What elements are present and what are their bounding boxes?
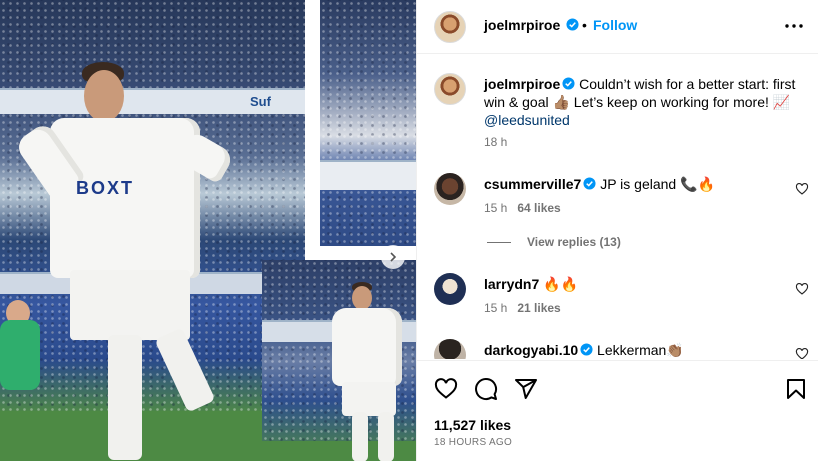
comment-username[interactable]: darkogyabi.10 — [484, 342, 578, 358]
heart-icon[interactable] — [795, 182, 809, 196]
comment-username[interactable]: csummerville7 — [484, 176, 581, 192]
view-replies-button[interactable]: View replies (13) — [487, 235, 621, 249]
comment: larrydn7 🔥🔥 — [484, 275, 578, 293]
caption: joelmrpiroe Couldn’t wish for a better s… — [484, 75, 802, 129]
chevron-right-icon — [390, 252, 397, 262]
follow-button[interactable]: Follow — [593, 17, 637, 33]
post-media[interactable]: Suf BOXT — [0, 0, 416, 461]
verified-badge-icon — [583, 177, 596, 190]
comment-avatar[interactable] — [434, 173, 466, 205]
next-photo-button[interactable] — [381, 245, 405, 269]
player-figure: BOXT — [13, 60, 240, 460]
more-options-icon[interactable] — [781, 16, 807, 36]
author-avatar[interactable] — [434, 11, 466, 43]
comment-icon[interactable] — [474, 377, 498, 401]
verified-badge-icon — [562, 77, 575, 90]
comment-likes[interactable]: 64 likes — [517, 201, 560, 215]
heart-icon[interactable] — [434, 377, 458, 401]
comment-text: Lekkerman👏🏽 — [597, 342, 684, 358]
comment-meta: 15 h 21 likes — [484, 301, 561, 315]
caption-time: 18 h — [484, 135, 508, 149]
comment: darkogyabi.10 Lekkerman👏🏽 — [484, 341, 684, 359]
bookmark-icon[interactable] — [784, 377, 808, 401]
post-timestamp[interactable]: 18 HOURS AGO — [434, 437, 512, 448]
photo-player-dribbling — [262, 260, 416, 461]
mention-link[interactable]: @leedsunited — [484, 112, 570, 128]
comment-text: JP is geland 📞🔥 — [600, 176, 715, 192]
likes-count[interactable]: 11,527 likes — [434, 417, 511, 433]
comments-section[interactable]: joelmrpiroe Couldn’t wish for a better s… — [417, 55, 818, 359]
comment-avatar[interactable] — [434, 339, 466, 359]
photo-stadium-stand — [320, 0, 416, 246]
comment-avatar[interactable] — [434, 273, 466, 305]
caption-username[interactable]: joelmrpiroe — [484, 76, 560, 92]
comment-meta: 15 h 64 likes — [484, 201, 561, 215]
author-username[interactable]: joelmrpiroe — [484, 17, 579, 33]
heart-icon[interactable] — [795, 282, 809, 296]
comment-text: 🔥🔥 — [543, 276, 579, 292]
verified-badge-icon — [566, 18, 579, 31]
comment-username[interactable]: larrydn7 — [484, 276, 539, 292]
verified-badge-icon — [580, 343, 593, 356]
comment-likes[interactable]: 21 likes — [517, 301, 560, 315]
post-sidebar: joelmrpiroe • Follow joelmrpiroe Couldn’… — [416, 0, 818, 461]
caption-avatar[interactable] — [434, 73, 466, 105]
heart-icon[interactable] — [795, 347, 809, 359]
post-actions: 11,527 likes 18 HOURS AGO — [417, 360, 818, 461]
comment: csummerville7 JP is geland 📞🔥 — [484, 175, 715, 193]
share-icon[interactable] — [514, 377, 538, 401]
photo-player-celebrating: Suf BOXT — [0, 0, 305, 461]
post-header: joelmrpiroe • Follow — [417, 0, 818, 54]
